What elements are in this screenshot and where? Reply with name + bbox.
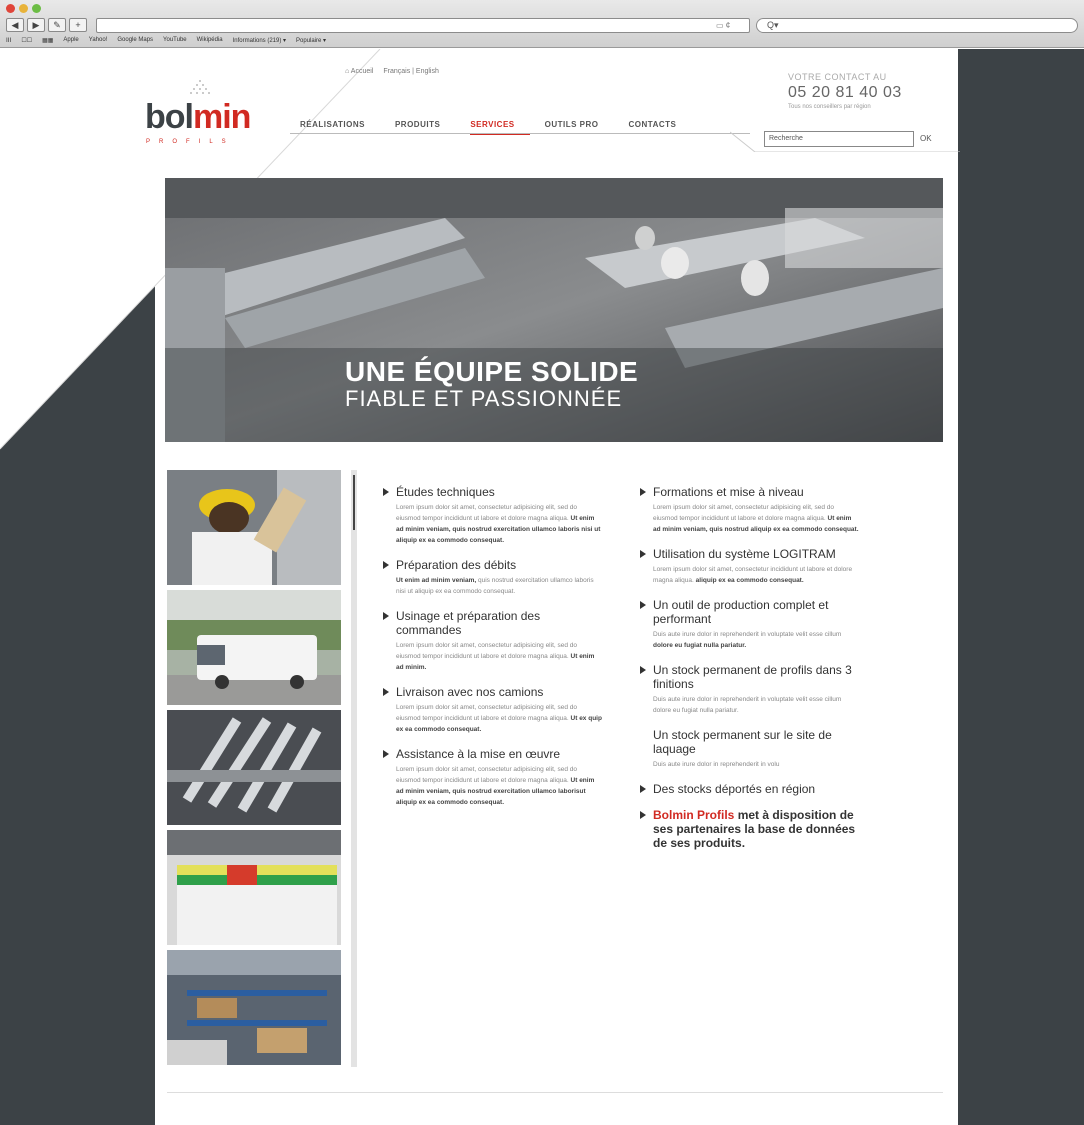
window-controls (6, 4, 41, 13)
service-text: Lorem ipsum dolor sit amet, consectetur … (396, 504, 601, 544)
photo-colored-profiles (167, 830, 341, 945)
service-text: Lorem ipsum dolor sit amet, consectetur … (396, 642, 595, 671)
search-ok-button[interactable]: OK (920, 134, 932, 143)
service-text: Lorem ipsum dolor sit amet, consectetur … (653, 566, 853, 584)
contact-label: VOTRE CONTACT AU (788, 72, 887, 82)
bookmark-item[interactable]: Informations (219) ▾ (233, 37, 286, 44)
bullet-arrow-icon (383, 488, 389, 496)
service-title[interactable]: Usinage et préparation des commandes (396, 609, 603, 637)
language-switch[interactable]: Français | English (383, 68, 439, 75)
bookmarks-bar: ⅠⅠⅠ ☐☐ ▦▦ Apple Yahoo! Google Maps YouTu… (6, 37, 326, 44)
hero-title: UNE ÉQUIPE SOLIDE (345, 356, 639, 387)
bookmark-item[interactable]: YouTube (163, 37, 187, 44)
photo-warehouse (167, 950, 341, 1065)
service-item: Livraison avec nos camions Lorem ipsum d… (383, 685, 603, 735)
bullet-arrow-icon (640, 666, 646, 674)
edit-icon[interactable]: ✎ (48, 18, 66, 32)
service-title[interactable]: Assistance à la mise en œuvre (396, 747, 603, 761)
service-text: Lorem ipsum dolor sit amet, consectetur … (653, 504, 859, 533)
service-title[interactable]: Utilisation du système LOGITRAM (653, 547, 860, 561)
bookmark-item[interactable]: ☐☐ (21, 37, 32, 44)
bookmark-item[interactable]: Google Maps (117, 37, 153, 44)
photo-scrollbar-thumb[interactable] (353, 475, 355, 530)
site-search-input[interactable]: Recherche (764, 131, 914, 147)
bookmark-item[interactable]: Apple (63, 37, 78, 44)
service-text: Duis aute irure dolor in reprehenderit i… (653, 631, 842, 649)
footer-divider (167, 1092, 943, 1093)
service-item: Études techniques Lorem ipsum dolor sit … (383, 485, 603, 546)
bookmark-item[interactable]: ⅠⅠⅠ (6, 37, 11, 44)
bullet-arrow-icon (640, 601, 646, 609)
service-title[interactable]: Un stock permanent sur le site de laquag… (653, 728, 860, 756)
service-title[interactable]: Préparation des débits (396, 558, 603, 572)
bullet-arrow-icon (640, 488, 646, 496)
service-title[interactable]: Livraison avec nos camions (396, 685, 603, 699)
bookmark-item[interactable]: ▦▦ (42, 37, 53, 44)
service-item: Un stock permanent de profils dans 3 fin… (640, 663, 860, 716)
bookmark-item[interactable]: Yahoo! (89, 37, 108, 44)
bullet-arrow-icon (383, 561, 389, 569)
bullet-arrow-icon (383, 612, 389, 620)
top-links: ⌂ Accueil Français | English (345, 68, 439, 75)
service-item: Formations et mise à niveau Lorem ipsum … (640, 485, 860, 535)
logo-wordmark: bolmin (145, 98, 251, 136)
service-title[interactable]: Formations et mise à niveau (653, 485, 860, 499)
minimize-icon[interactable] (19, 4, 28, 13)
service-item: Préparation des débits Ut enim ad minim … (383, 558, 603, 597)
bullet-arrow-icon (640, 811, 646, 819)
service-text: Lorem ipsum dolor sit amet, consectetur … (396, 766, 595, 806)
service-item-plain: Un stock permanent sur le site de laquag… (640, 728, 860, 770)
brand-link[interactable]: Bolmin Profils (653, 808, 734, 822)
service-text: Duis aute irure dolor in reprehenderit i… (653, 761, 780, 768)
service-title[interactable]: Un stock permanent de profils dans 3 fin… (653, 663, 860, 691)
service-title[interactable]: Des stocks déportés en région (653, 782, 860, 796)
contact-phone[interactable]: 05 20 81 40 03 (788, 84, 918, 102)
contact-block: VOTRE CONTACT AU 05 20 81 40 03 Tous nos… (788, 72, 918, 110)
bookmark-item[interactable]: Wikipédia (197, 37, 223, 44)
service-item: Assistance à la mise en œuvre Lorem ipsu… (383, 747, 603, 808)
back-icon[interactable]: ◀ (6, 18, 24, 32)
logo-triangle-icon (190, 80, 210, 94)
bullet-arrow-icon (383, 688, 389, 696)
nav-divider (290, 133, 750, 134)
zoom-icon[interactable] (32, 4, 41, 13)
logo-subtitle: PROFILS (146, 139, 235, 145)
service-text: Duis aute irure dolor in reprehenderit i… (653, 696, 842, 714)
browser-chrome: ◀ ▶ ✎ + ▭ ¢ Q▾ ⅠⅠⅠ ☐☐ ▦▦ Apple Yahoo! Go… (0, 0, 1084, 48)
service-text: Lorem ipsum dolor sit amet, consectetur … (396, 704, 602, 733)
service-title[interactable]: Études techniques (396, 485, 603, 499)
service-item-final: Bolmin Profils met à disposition de ses … (640, 808, 860, 850)
browser-search-input[interactable]: Q▾ (756, 18, 1078, 33)
service-item: Un outil de production complet et perfor… (640, 598, 860, 651)
photo-scrollbar[interactable] (351, 470, 357, 1067)
contact-subtitle[interactable]: Tous nos conseillers par région (788, 104, 918, 110)
service-item: Usinage et préparation des commandes Lor… (383, 609, 603, 673)
service-item: Des stocks déportés en région (640, 782, 860, 796)
bullet-arrow-icon (640, 550, 646, 558)
photo-profiles (167, 710, 341, 825)
site-logo[interactable]: bolmin PROFILS (140, 78, 280, 158)
browser-nav: ◀ ▶ ✎ + (6, 18, 87, 32)
final-statement: Bolmin Profils met à disposition de ses … (653, 808, 856, 850)
forward-icon[interactable]: ▶ (27, 18, 45, 32)
photo-worker (167, 470, 341, 585)
hero-subtitle: FIABLE ET PASSIONNÉE (345, 386, 623, 411)
service-item: Utilisation du système LOGITRAM Lorem ip… (640, 547, 860, 586)
hero-banner: UNE ÉQUIPE SOLIDE FIABLE ET PASSIONNÉE (165, 178, 943, 442)
close-icon[interactable] (6, 4, 15, 13)
home-link[interactable]: ⌂ Accueil (345, 68, 373, 75)
bullet-arrow-icon (640, 785, 646, 793)
right-margin (958, 49, 1084, 1125)
bullet-arrow-icon (383, 750, 389, 758)
photo-van (167, 590, 341, 705)
photo-column (167, 470, 341, 1070)
services-column-right: Formations et mise à niveau Lorem ipsum … (640, 485, 860, 862)
address-bar[interactable] (96, 18, 750, 33)
services-column-left: Études techniques Lorem ipsum dolor sit … (383, 485, 603, 820)
service-title[interactable]: Un outil de production complet et perfor… (653, 598, 860, 626)
service-text: Ut enim ad minim veniam, quis nostrud ex… (396, 577, 594, 595)
rss-icon[interactable]: ▭ ¢ (716, 21, 730, 30)
bookmark-item[interactable]: Populaire ▾ (296, 37, 326, 44)
add-bookmark-icon[interactable]: + (69, 18, 87, 32)
